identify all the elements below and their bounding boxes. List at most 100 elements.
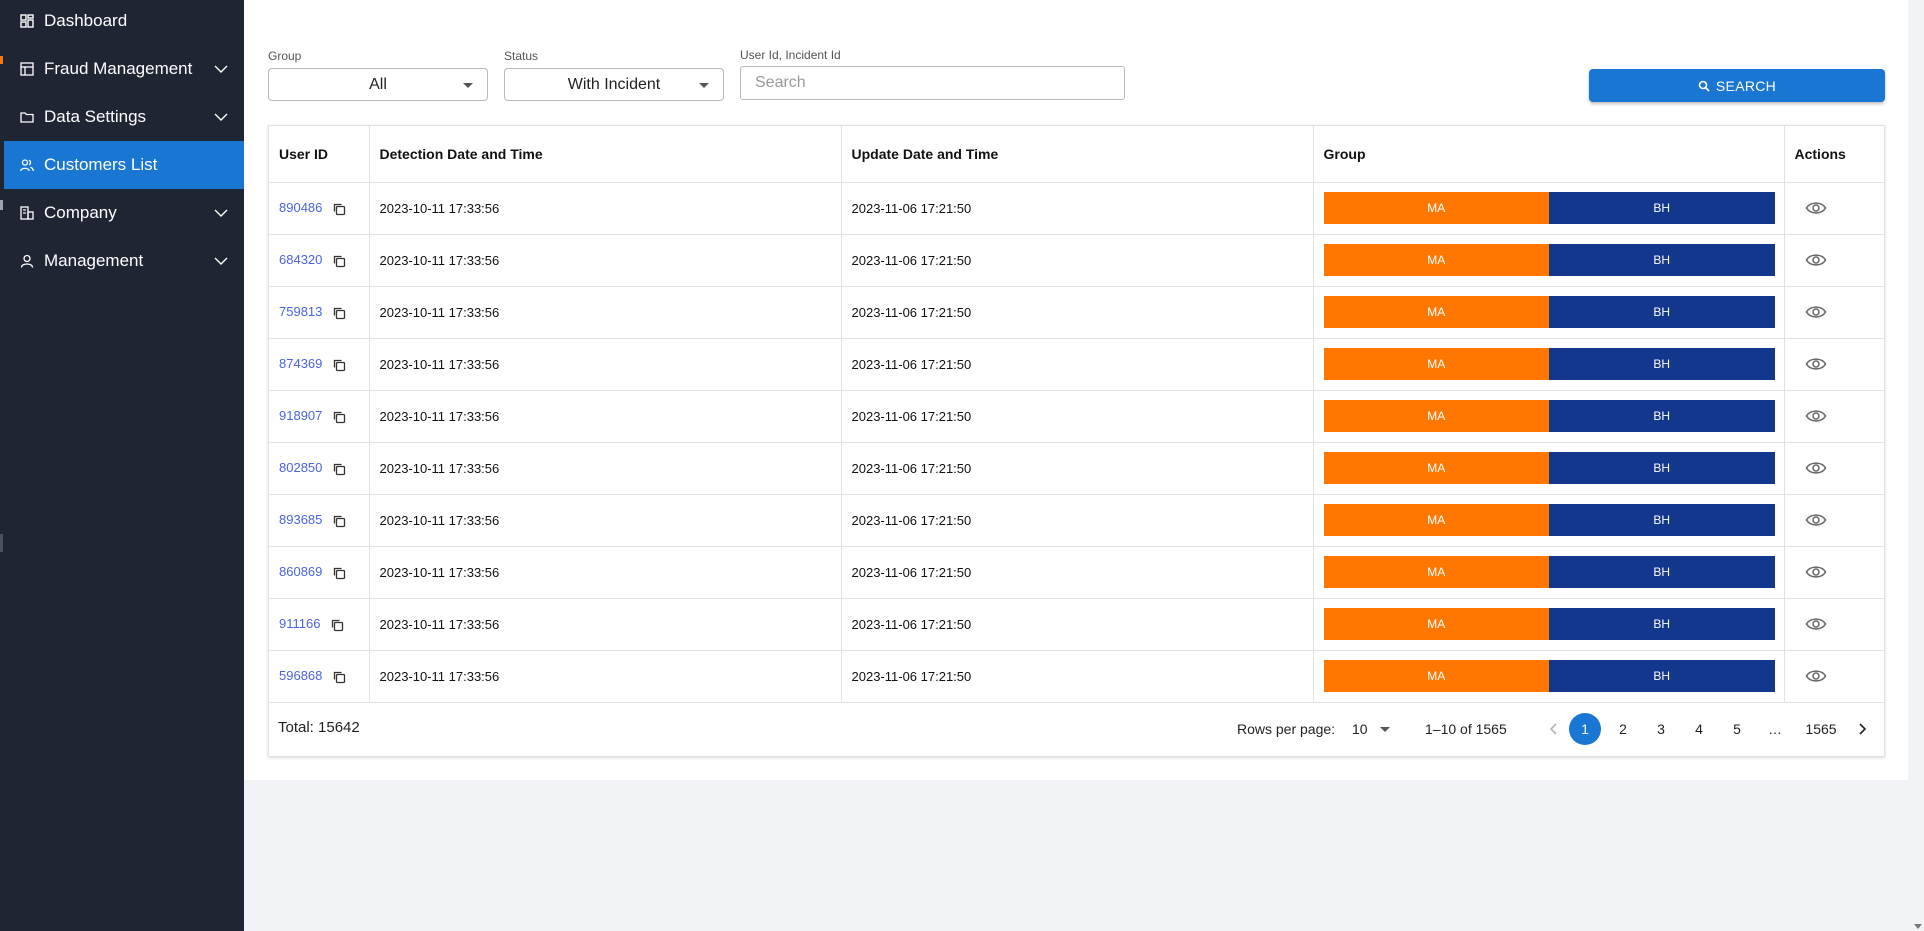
user-id-link[interactable]: 874369 <box>279 356 322 371</box>
sidebar-item-customers-list[interactable]: Customers List <box>4 141 244 189</box>
pagination-range: 1–10 of 1565 <box>1425 721 1507 737</box>
building-icon <box>20 206 34 220</box>
sidebar-item-management[interactable]: Management <box>4 237 244 285</box>
user-id-link[interactable]: 890486 <box>279 200 322 215</box>
sidebar-edge-marker <box>0 200 3 210</box>
user-id-link[interactable]: 918907 <box>279 408 322 423</box>
copy-icon[interactable] <box>332 514 346 528</box>
search-input[interactable] <box>740 66 1125 100</box>
group-select[interactable]: All <box>268 68 488 101</box>
copy-icon[interactable] <box>332 670 346 684</box>
rows-per-page-label: Rows per page: <box>1237 721 1336 737</box>
view-icon[interactable] <box>1805 460 1827 476</box>
sidebar-item-label: Fraud Management <box>44 59 193 78</box>
copy-icon[interactable] <box>332 306 346 320</box>
group-select-value: All <box>369 75 387 93</box>
status-select[interactable]: With Incident <box>504 68 724 101</box>
people-icon <box>20 158 34 172</box>
page-button[interactable]: 2 <box>1607 713 1639 745</box>
group-segment-bh: BH <box>1549 192 1775 224</box>
sidebar-item-company[interactable]: Company <box>4 189 244 237</box>
group-segment-ma: MA <box>1323 348 1549 380</box>
user-id-link[interactable]: 596868 <box>279 668 322 683</box>
copy-icon[interactable] <box>332 358 346 372</box>
copy-icon[interactable] <box>330 618 344 632</box>
page-button[interactable]: 5 <box>1721 713 1753 745</box>
view-icon[interactable] <box>1805 252 1827 268</box>
view-icon[interactable] <box>1805 408 1827 424</box>
user-id-cell: 918907 <box>269 390 370 443</box>
sidebar-edge-marker <box>0 534 3 552</box>
column-header: Group <box>1313 126 1785 183</box>
view-icon[interactable] <box>1805 304 1827 320</box>
user-id-link[interactable]: 759813 <box>279 304 322 319</box>
sidebar-item-fraud-management[interactable]: Fraud Management <box>4 45 244 93</box>
detection-date-cell: 2023-10-11 17:33:56 <box>369 338 842 391</box>
detection-date-cell: 2023-10-11 17:33:56 <box>369 494 842 547</box>
table-row: 893685 2023-10-11 17:33:56 2023-11-06 17:2… <box>269 494 1884 547</box>
actions-cell <box>1784 650 1884 703</box>
user-id-cell: 596868 <box>269 650 370 703</box>
rows-per-page-select[interactable]: 10 <box>1352 717 1392 741</box>
group-bar: MA BH <box>1323 400 1775 432</box>
copy-icon[interactable] <box>332 410 346 424</box>
group-bar: MA BH <box>1323 608 1775 640</box>
actions-cell <box>1784 338 1884 391</box>
page-button[interactable]: 1 <box>1569 713 1601 745</box>
group-segment-bh: BH <box>1549 556 1775 588</box>
detection-date-cell: 2023-10-11 17:33:56 <box>369 182 842 235</box>
detection-date-cell: 2023-10-11 17:33:56 <box>369 390 842 443</box>
update-date-cell: 2023-11-06 17:21:50 <box>841 494 1314 547</box>
page-button[interactable]: 4 <box>1683 713 1715 745</box>
copy-icon[interactable] <box>332 202 346 216</box>
sidebar-item-data-settings[interactable]: Data Settings <box>4 93 244 141</box>
page-button[interactable]: 1565 <box>1797 713 1845 745</box>
page-ellipsis: … <box>1768 721 1782 737</box>
sidebar-item-label: Company <box>44 203 117 222</box>
column-header: Detection Date and Time <box>369 126 842 183</box>
copy-icon[interactable] <box>332 566 346 580</box>
group-cell: MA BH <box>1313 338 1785 391</box>
user-id-link[interactable]: 893685 <box>279 512 322 527</box>
view-icon[interactable] <box>1805 200 1827 216</box>
user-id-cell: 802850 <box>269 442 370 495</box>
group-segment-ma: MA <box>1323 660 1549 692</box>
previous-page-button[interactable] <box>1538 713 1570 745</box>
update-date-cell: 2023-11-06 17:21:50 <box>841 234 1314 287</box>
copy-icon[interactable] <box>332 254 346 268</box>
view-icon[interactable] <box>1805 616 1827 632</box>
actions-cell <box>1784 390 1884 443</box>
caret-down-icon <box>1380 727 1390 732</box>
person-icon <box>20 254 34 268</box>
detection-date-cell: 2023-10-11 17:33:56 <box>369 234 842 287</box>
update-date-cell: 2023-11-06 17:21:50 <box>841 598 1314 651</box>
group-cell: MA BH <box>1313 286 1785 339</box>
actions-cell <box>1784 182 1884 235</box>
update-date-cell: 2023-11-06 17:21:50 <box>841 442 1314 495</box>
user-id-link[interactable]: 860869 <box>279 564 322 579</box>
chevron-down-icon <box>214 65 228 73</box>
chevron-down-icon <box>214 257 228 265</box>
total-count: Total: 15642 <box>278 719 360 736</box>
table-row: 802850 2023-10-11 17:33:56 2023-11-06 17:2… <box>269 442 1884 495</box>
user-id-link[interactable]: 684320 <box>279 252 322 267</box>
copy-icon[interactable] <box>332 462 346 476</box>
view-icon[interactable] <box>1805 512 1827 528</box>
sidebar: Dashboard Fraud Management Data Settings… <box>0 0 244 931</box>
user-id-cell: 860869 <box>269 546 370 599</box>
next-page-button[interactable] <box>1846 713 1878 745</box>
sidebar-item-label: Management <box>44 251 144 270</box>
group-segment-ma: MA <box>1323 244 1549 276</box>
scroll-down-arrow[interactable] <box>1914 924 1922 929</box>
update-date-cell: 2023-11-06 17:21:50 <box>841 182 1314 235</box>
user-id-cell: 684320 <box>269 234 370 287</box>
sidebar-item-dashboard[interactable]: Dashboard <box>4 0 244 45</box>
user-id-link[interactable]: 911166 <box>279 616 320 631</box>
view-icon[interactable] <box>1805 564 1827 580</box>
page-button[interactable]: 3 <box>1645 713 1677 745</box>
user-id-link[interactable]: 802850 <box>279 460 322 475</box>
view-icon[interactable] <box>1805 356 1827 372</box>
search-button[interactable]: SEARCH <box>1589 69 1885 102</box>
sidebar-edge-accent <box>0 56 3 64</box>
view-icon[interactable] <box>1805 668 1827 684</box>
